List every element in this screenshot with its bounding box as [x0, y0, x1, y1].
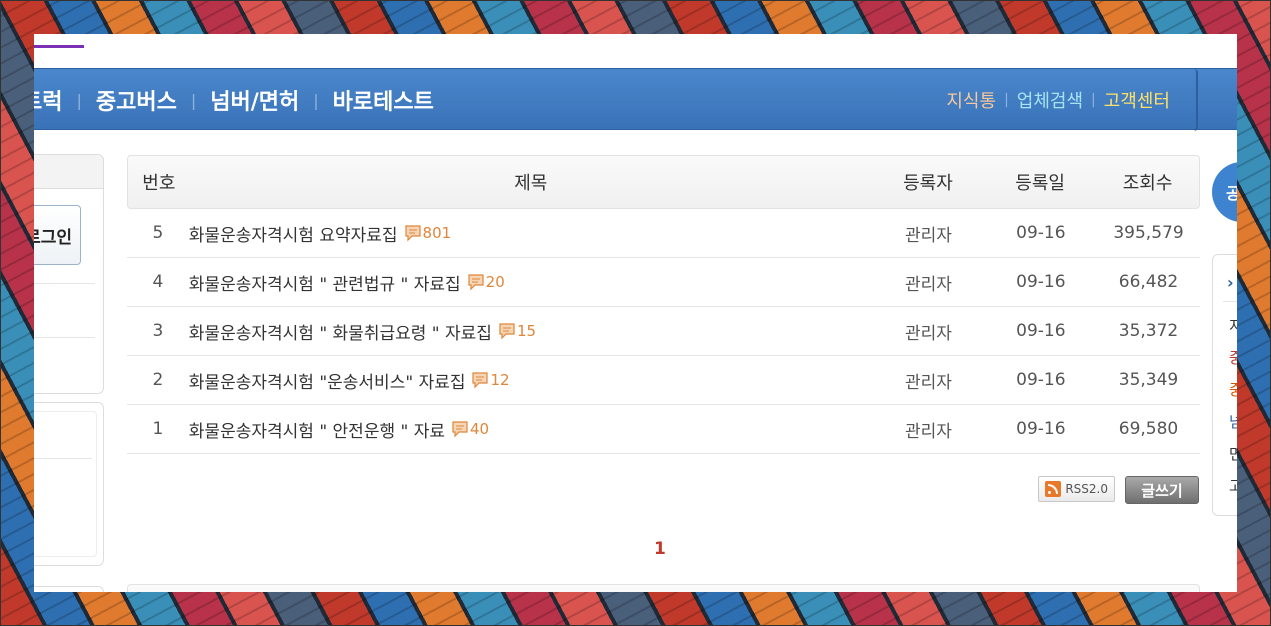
pagination-current-page[interactable]: 1 [654, 539, 666, 559]
nav-util-customer-center[interactable]: 고객센터 [1096, 87, 1178, 113]
post-title-link[interactable]: 화물운송자격시험 요약자료집 [189, 221, 398, 246]
table-row: 2 화물운송자격시험 "운송서비스" 자료집 12 관리자 09-16 35,3… [127, 356, 1200, 405]
row-views: 35,349 [1118, 370, 1179, 390]
col-no-header: 번호 [142, 173, 176, 194]
table-row: 4 화물운송자격시험 " 관련법규 " 자료집 20 관리자 09-16 66,… [127, 258, 1200, 307]
comment-count: 801 [422, 224, 452, 242]
sidebar-box [34, 402, 104, 566]
col-title-header: 제목 [190, 169, 872, 195]
post-title-link[interactable]: 화물운송자격시험 " 화물취급요령 " 자료집 [189, 319, 492, 344]
col-author-header: 등록자 [903, 173, 953, 194]
row-date: 09-16 [1016, 223, 1066, 243]
nav-util-knowledge[interactable]: 지식통 [938, 87, 1004, 113]
row-no: 1 [152, 419, 164, 439]
write-button[interactable]: 글쓰기 [1125, 476, 1199, 504]
row-author: 관리자 [905, 323, 952, 344]
nav-item-quick-test[interactable]: 바로테스트 [323, 84, 444, 116]
divider [34, 458, 92, 459]
comment-count: 15 [516, 322, 537, 340]
right-menu-item[interactable]: 중 [1229, 347, 1237, 368]
chevron-right-icon[interactable]: › [1227, 273, 1234, 292]
col-title-header-label: 제목 [514, 173, 548, 194]
right-menu-item[interactable]: 면 [1229, 443, 1237, 464]
row-date: 09-16 [1016, 419, 1066, 439]
page-panel: 트럭 | 중고버스 | 넘버/면허 | 바로테스트 지식통 | 업체검색 | 고… [34, 34, 1237, 592]
row-date: 09-16 [1016, 370, 1066, 390]
table-row: 5 화물운송자격시험 요약자료집 801 관리자 09-16 395,579 [127, 209, 1200, 258]
main-nav-inner: 트럭 | 중고버스 | 넘버/면허 | 바로테스트 지식통 | 업체검색 | 고… [34, 69, 1198, 131]
row-date: 09-16 [1016, 321, 1066, 341]
divider [1223, 301, 1237, 302]
table-header: 번호 제목 등록자 등록일 조회수 [127, 155, 1200, 209]
sidebar-box [34, 586, 104, 592]
login-button[interactable]: 로그인 [34, 205, 81, 265]
nav-item-number-license[interactable]: 넘버/면허 [200, 84, 309, 116]
row-views: 69,580 [1118, 419, 1179, 439]
comment-icon [471, 371, 489, 389]
row-author: 관리자 [905, 274, 952, 295]
divider [34, 337, 95, 338]
right-menu-item[interactable]: 중 [1229, 379, 1237, 400]
board-actions: RSS2.0 글쓰기 [1038, 476, 1199, 504]
table-row: 3 화물운송자격시험 " 화물취급요령 " 자료집 15 관리자 09-16 3… [127, 307, 1200, 356]
right-menu-item[interactable]: 고 [1229, 475, 1237, 496]
right-sidebar-box: › 지 중 중 넘 면 고 [1212, 254, 1237, 516]
rss-label: RSS2.0 [1065, 482, 1108, 496]
right-menu-item[interactable]: 넘 [1229, 411, 1237, 432]
comment-icon [467, 273, 485, 291]
divider [34, 283, 95, 284]
row-no: 4 [152, 272, 164, 292]
sidebar-login-header [34, 155, 103, 189]
nav-util-company-search[interactable]: 업체검색 [1009, 87, 1091, 113]
row-views: 35,372 [1118, 321, 1179, 341]
row-title-cell: 화물운송자격시험 "운송서비스" 자료집 12 [189, 368, 873, 393]
right-circle-label: 공 [1226, 184, 1237, 203]
nav-separator: | [313, 90, 319, 110]
row-no: 5 [152, 223, 164, 243]
row-title-cell: 화물운송자격시험 " 화물취급요령 " 자료집 15 [189, 319, 873, 344]
row-title-cell: 화물운송자격시험 " 안전운행 " 자료 40 [189, 417, 873, 442]
row-date: 09-16 [1016, 272, 1066, 292]
rss-icon [1045, 481, 1062, 497]
col-date-header: 등록일 [1015, 173, 1065, 194]
right-menu-item[interactable]: 지 [1229, 315, 1237, 336]
nav-menu: 트럭 | 중고버스 | 넘버/면허 | 바로테스트 [34, 69, 444, 131]
row-views: 66,482 [1118, 272, 1179, 292]
comment-count: 40 [470, 420, 490, 438]
table-row: 1 화물운송자격시험 " 안전운행 " 자료 40 관리자 09-16 69,5… [127, 405, 1200, 454]
row-author: 관리자 [905, 225, 952, 246]
nav-separator: | [190, 90, 197, 110]
sidebar-login-box: 로그인 [34, 154, 104, 394]
nav-item-truck[interactable]: 트럭 [34, 84, 72, 116]
nav-item-used-bus[interactable]: 중고버스 [86, 84, 187, 116]
board-table: 번호 제목 등록자 등록일 조회수 5 화물운송자격시험 요약자료집 801 관… [127, 155, 1200, 454]
row-no: 3 [152, 321, 164, 341]
sidebar-inner-box [34, 411, 97, 557]
row-author: 관리자 [905, 372, 952, 393]
row-title-cell: 화물운송자격시험 요약자료집 801 [189, 221, 873, 246]
row-author: 관리자 [905, 421, 952, 442]
nav-utility: 지식통 | 업체검색 | 고객센터 [938, 69, 1178, 131]
post-title-link[interactable]: 화물운송자격시험 "운송서비스" 자료집 [189, 368, 466, 393]
col-views-header: 조회수 [1122, 173, 1173, 194]
comment-icon [404, 224, 422, 242]
main-nav: 트럭 | 중고버스 | 넘버/면허 | 바로테스트 지식통 | 업체검색 | 고… [34, 68, 1237, 131]
row-views: 395,579 [1113, 223, 1184, 243]
nav-separator: | [76, 90, 82, 110]
comment-count: 12 [490, 371, 510, 389]
right-quick-circle[interactable]: 공 [1212, 162, 1237, 222]
post-title-link[interactable]: 화물운송자격시험 " 안전운행 " 자료 [189, 417, 445, 442]
rss-button[interactable]: RSS2.0 [1038, 476, 1115, 502]
bottom-box [127, 584, 1200, 592]
comment-icon [498, 322, 516, 340]
post-title-link[interactable]: 화물운송자격시험 " 관련법규 " 자료집 [189, 270, 461, 295]
site-logo[interactable] [34, 34, 84, 48]
comment-count: 20 [485, 273, 505, 291]
comment-icon [451, 420, 469, 438]
row-title-cell: 화물운송자격시험 " 관련법규 " 자료집 20 [189, 270, 873, 295]
row-no: 2 [152, 370, 164, 390]
